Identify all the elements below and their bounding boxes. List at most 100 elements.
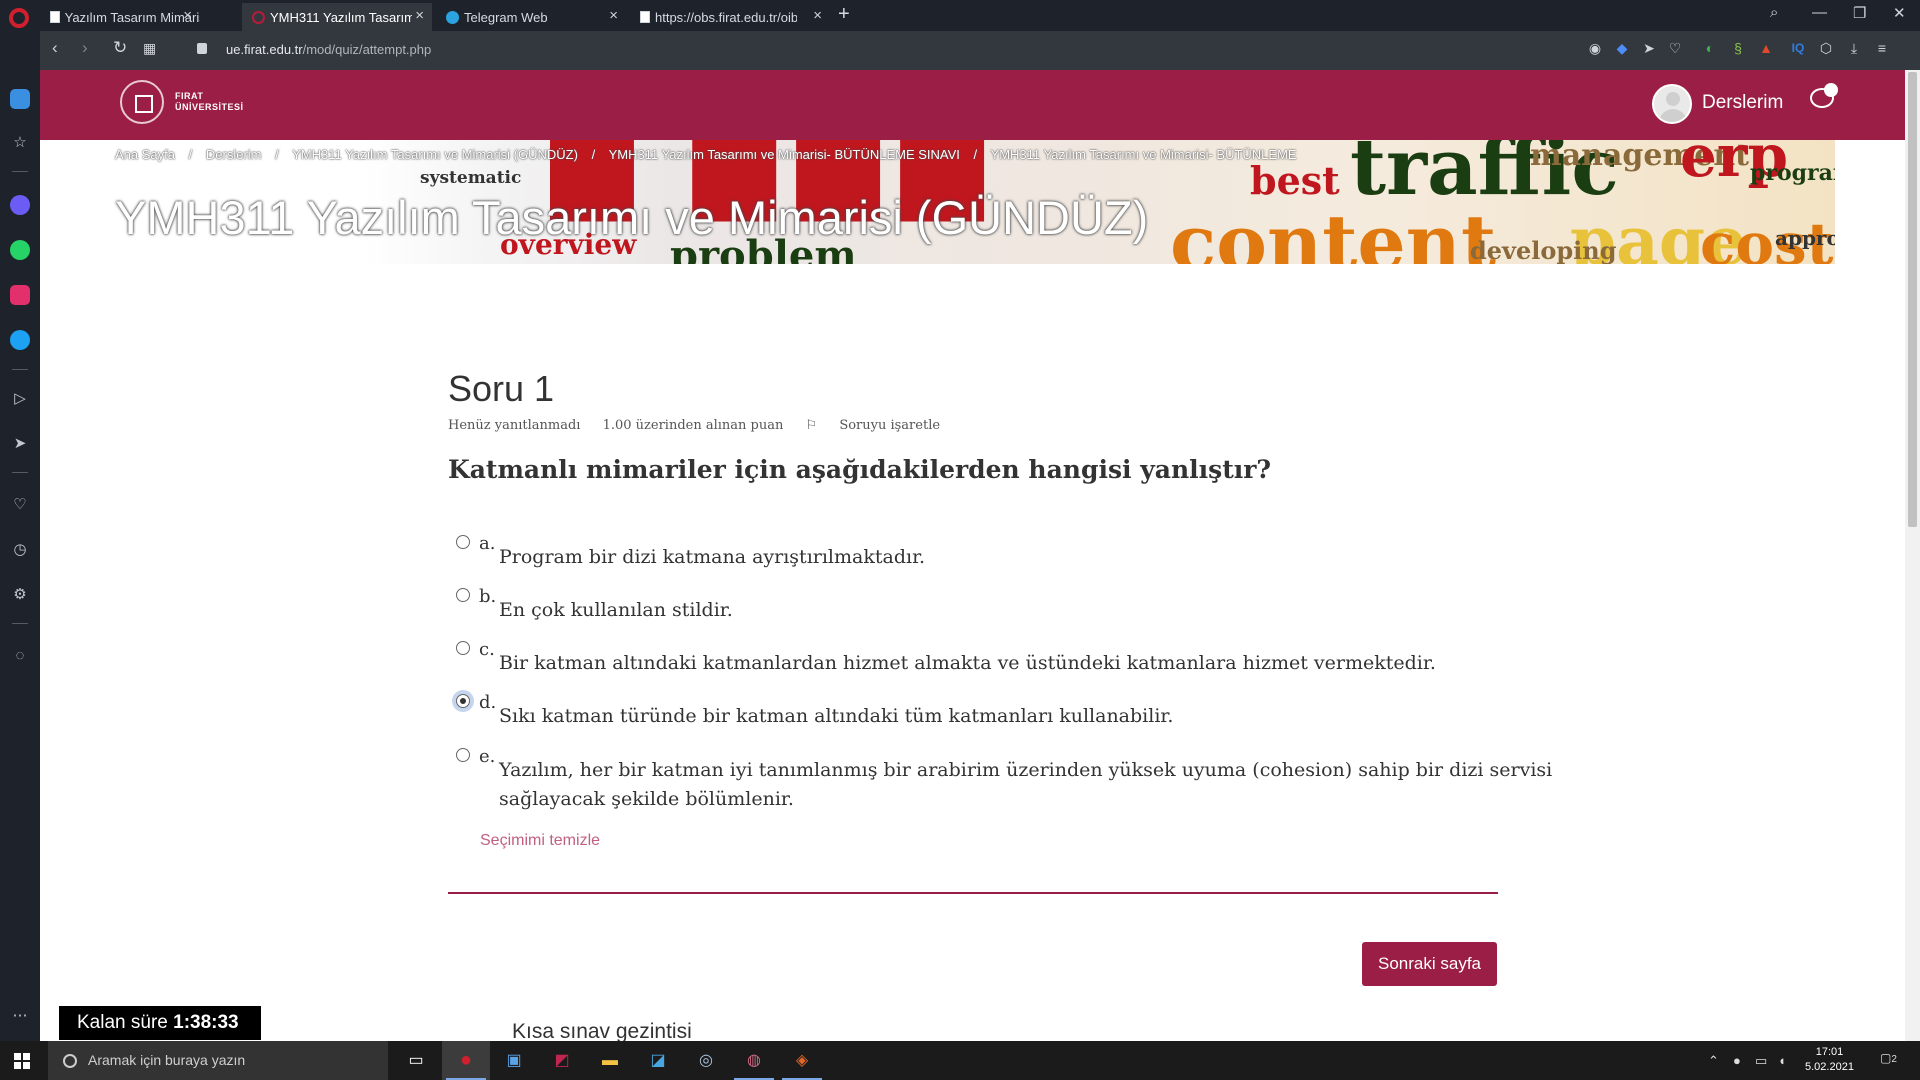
- answer-radio-checked[interactable]: [456, 694, 470, 708]
- opera-taskbar-icon[interactable]: ●: [442, 1041, 490, 1080]
- messenger-icon[interactable]: [10, 195, 30, 215]
- close-window-icon[interactable]: ✕: [1893, 4, 1906, 22]
- answer-radio[interactable]: [456, 535, 470, 549]
- breadcrumb-quiz[interactable]: YMH311 Yazılım Tasarımı ve Mimarisi- BÜT…: [991, 147, 1297, 162]
- close-tab-icon[interactable]: ×: [415, 7, 424, 24]
- answer-text[interactable]: En çok kullanılan stildir.: [499, 596, 1559, 625]
- shield-icon[interactable]: ◆: [1614, 40, 1630, 56]
- flag-question-link[interactable]: ⚐ Soruyu işaretle: [806, 418, 959, 433]
- tab-ymh311[interactable]: YMH311 Yazılım Tasarımı ve ×: [242, 3, 432, 31]
- clear-choice-link[interactable]: Seçimimi temizle: [480, 832, 600, 850]
- task-view-icon[interactable]: ▭: [392, 1041, 440, 1080]
- banner-word: content: [1170, 198, 1497, 264]
- store-icon[interactable]: ▣: [490, 1041, 538, 1080]
- sidebar-divider: [12, 472, 28, 473]
- app-icon[interactable]: ◩: [538, 1041, 586, 1080]
- extension-icon[interactable]: ◐: [1702, 40, 1718, 56]
- cube-icon[interactable]: ⬡: [1818, 40, 1834, 56]
- answer-text[interactable]: Bir katman altındaki katmanlardan hizmet…: [499, 649, 1559, 678]
- university-name-line2: ÜNİVERSİTESİ: [175, 102, 244, 112]
- breadcrumb-section[interactable]: YMH311 Yazılım Tasarımı ve Mimarisi- BÜT…: [609, 147, 960, 162]
- tab-telegram[interactable]: Telegram Web ×: [436, 3, 626, 31]
- volume-icon[interactable]: ◖: [1778, 1053, 1786, 1068]
- scroll-thumb[interactable]: [1908, 72, 1917, 527]
- star-icon[interactable]: ☆: [10, 133, 30, 153]
- breadcrumb-course[interactable]: YMH311 Yazılım Tasarımı ve Mimarisi (GÜN…: [292, 147, 578, 162]
- tab-title: Yazılım Tasarım Mimarisi - F: [64, 9, 200, 25]
- network-icon[interactable]: ▭: [1755, 1053, 1767, 1069]
- back-icon[interactable]: ‹: [52, 38, 58, 58]
- answer-text[interactable]: Yazılım, her bir katman iyi tanımlanmış …: [499, 756, 1559, 814]
- twitter-icon[interactable]: [10, 330, 30, 350]
- breadcrumb-my-courses[interactable]: Derslerim: [206, 147, 262, 162]
- heart-icon[interactable]: ♡: [1667, 40, 1683, 56]
- user-avatar[interactable]: [1652, 84, 1692, 124]
- reload-icon[interactable]: ↻: [113, 38, 127, 58]
- player-icon[interactable]: ▷: [10, 389, 30, 409]
- discord-icon[interactable]: ◍: [730, 1041, 778, 1080]
- university-name-line1: FIRAT: [175, 91, 204, 101]
- new-tab-icon[interactable]: +: [838, 3, 850, 26]
- url-host: ue.firat.edu.tr: [226, 42, 303, 57]
- whatsapp-icon[interactable]: [10, 240, 30, 260]
- extension-red-icon[interactable]: ▲: [1758, 40, 1774, 56]
- search-tabs-icon[interactable]: ⌕: [1770, 4, 1778, 21]
- page-scrollbar[interactable]: [1905, 70, 1920, 1041]
- home-icon[interactable]: [10, 89, 30, 109]
- answer-text[interactable]: Sıkı katman türünde bir katman altındaki…: [499, 702, 1559, 731]
- camera-icon[interactable]: ◉: [1587, 40, 1603, 56]
- browser-sidebar: ☆ ▷ ➤ ♡ ◷ ⚙ ◌ ⋯: [0, 31, 40, 1041]
- clock-time: 17:01: [1815, 1046, 1844, 1058]
- university-logo-icon[interactable]: [120, 80, 164, 124]
- answer-radio[interactable]: [456, 588, 470, 602]
- forward-icon[interactable]: ›: [82, 38, 88, 58]
- restore-icon[interactable]: ❐: [1853, 4, 1866, 22]
- breadcrumb-separator: /: [591, 147, 596, 162]
- timer-label: Kalan süre: [77, 1012, 168, 1033]
- iq-extension-icon[interactable]: IQ: [1790, 40, 1806, 56]
- taskbar-clock[interactable]: 17:01 5.02.2021: [1805, 1045, 1854, 1075]
- close-tab-icon[interactable]: ×: [183, 7, 192, 24]
- remote-desktop-icon[interactable]: ◪: [634, 1041, 682, 1080]
- notification-center-icon[interactable]: ▢2: [1880, 1051, 1897, 1065]
- lightbulb-icon[interactable]: ◌: [10, 646, 30, 666]
- instagram-icon[interactable]: [10, 285, 30, 305]
- opera-logo-icon[interactable]: [9, 8, 29, 28]
- minimize-icon[interactable]: —: [1812, 4, 1827, 21]
- document-icon: [50, 11, 60, 23]
- taskbar-search-input[interactable]: Aramak için buraya yazın: [48, 1041, 388, 1080]
- answer-letter: c.: [479, 639, 495, 660]
- send-icon[interactable]: ➤: [10, 434, 30, 454]
- windows-taskbar: Aramak için buraya yazın ▭ ● ▣ ◩ ▬ ◪ ◎ ◍…: [0, 1041, 1920, 1080]
- answer-text[interactable]: Program bir dizi katmana ayrıştırılmakta…: [499, 543, 1559, 572]
- history-icon[interactable]: ◷: [10, 540, 30, 560]
- answer-radio[interactable]: [456, 748, 470, 762]
- close-tab-icon[interactable]: ×: [813, 7, 822, 24]
- steam-icon[interactable]: ◎: [682, 1041, 730, 1080]
- download-icon[interactable]: ⤓: [1846, 40, 1862, 56]
- answer-radio[interactable]: [456, 641, 470, 655]
- banner-word: developing: [1470, 236, 1617, 264]
- flag-icon: ⚐: [805, 418, 822, 433]
- tab-yazilim[interactable]: Yazılım Tasarım Mimarisi - F ×: [40, 3, 200, 31]
- close-tab-icon[interactable]: ×: [609, 7, 618, 24]
- menu-icon[interactable]: ≡: [1874, 40, 1890, 56]
- more-icon[interactable]: ⋯: [10, 1006, 30, 1026]
- tab-grid-icon[interactable]: ▦: [143, 40, 156, 57]
- breadcrumb-home[interactable]: Ana Sayfa: [115, 147, 175, 162]
- next-page-button[interactable]: Sonraki sayfa: [1362, 942, 1497, 986]
- url-field[interactable]: ue.firat.edu.tr/mod/quiz/attempt.php: [226, 42, 431, 57]
- tab-obs[interactable]: https://obs.firat.edu.tr/oib ×: [630, 3, 830, 31]
- microphone-icon[interactable]: ●: [1733, 1053, 1741, 1068]
- file-explorer-icon[interactable]: ▬: [586, 1041, 634, 1080]
- heart-icon[interactable]: ♡: [10, 495, 30, 515]
- tray-arrow-icon[interactable]: ⌃: [1708, 1053, 1719, 1069]
- windows-start-icon[interactable]: [14, 1053, 30, 1069]
- settings-gear-icon[interactable]: ⚙: [10, 585, 30, 605]
- game-app-icon[interactable]: ◈: [778, 1041, 826, 1080]
- my-courses-link[interactable]: Derslerim: [1702, 92, 1783, 114]
- vpn-off-icon[interactable]: §: [1730, 40, 1746, 56]
- send-icon[interactable]: ➤: [1641, 40, 1657, 56]
- browser-tab-strip: Yazılım Tasarım Mimarisi - F × YMH311 Ya…: [0, 0, 1920, 31]
- banner-word: best: [1250, 158, 1340, 203]
